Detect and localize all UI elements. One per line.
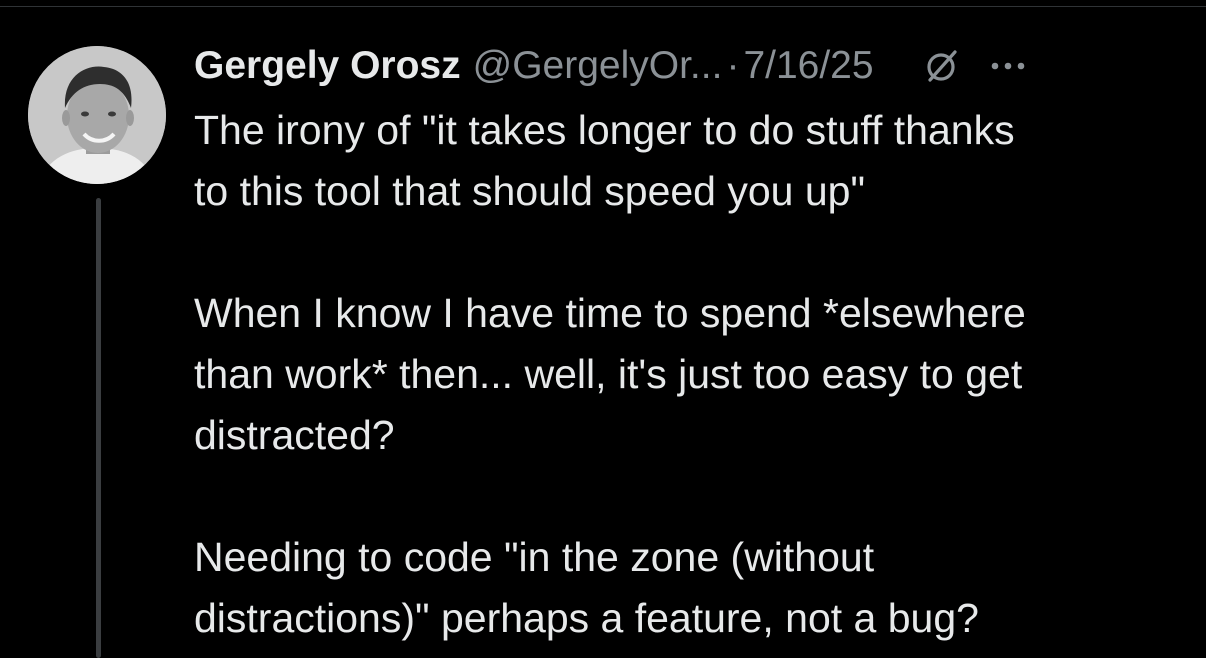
- tweet-date[interactable]: 7/16/25: [743, 40, 873, 92]
- thread-line: [96, 198, 101, 658]
- tweet-paragraph-3: Needing to code "in the zone (without di…: [194, 534, 979, 641]
- grok-icon-glyph: [926, 50, 957, 82]
- top-divider: [0, 6, 1206, 7]
- author-handle[interactable]: @GergelyOr...: [473, 40, 723, 92]
- avatar-image: [28, 46, 166, 184]
- grok-icon[interactable]: [924, 48, 960, 84]
- more-dots-glyph: [991, 62, 1024, 70]
- header-separator: ·: [726, 44, 740, 87]
- tweet-paragraph-1: The irony of "it takes longer to do stuf…: [194, 107, 1015, 214]
- tweet-paragraph-2: When I know I have time to spend *elsewh…: [194, 290, 1026, 458]
- tweet-text: The irony of "it takes longer to do stuf…: [194, 100, 1194, 649]
- more-horizontal-icon[interactable]: [990, 60, 1026, 72]
- author-name[interactable]: Gergely Orosz: [194, 40, 461, 92]
- avatar[interactable]: [28, 46, 166, 184]
- tweet-header: Gergely Orosz @GergelyOr... · 7/16/25: [194, 40, 1184, 92]
